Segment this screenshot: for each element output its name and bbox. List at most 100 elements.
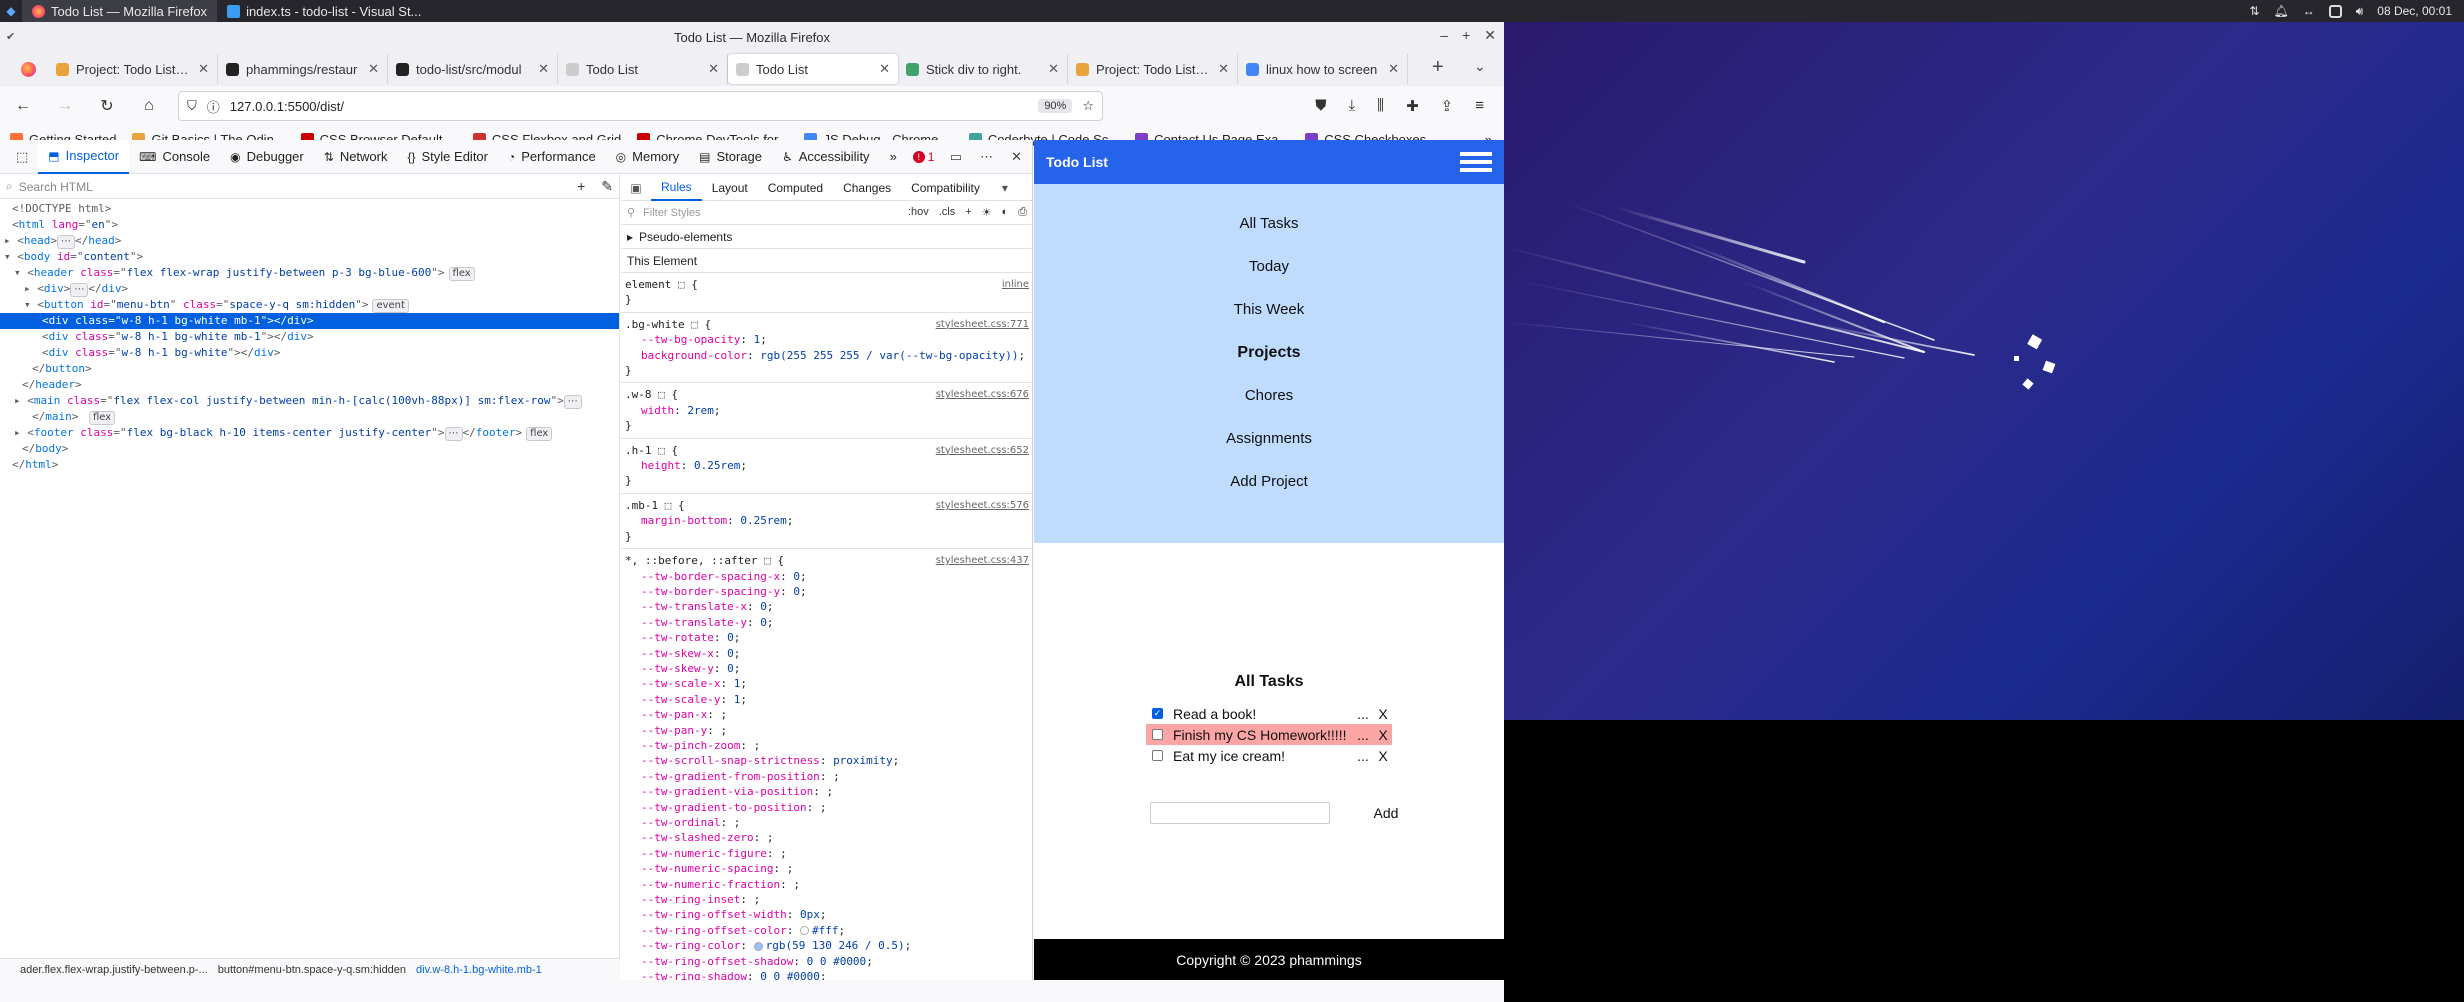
css-declaration[interactable]: --tw-scale-x: 1; [625, 676, 1029, 691]
sidebar-item-assignments[interactable]: Assignments [1226, 417, 1312, 460]
dom-node-row[interactable]: </html> [0, 457, 619, 473]
rule-selector[interactable]: .bg-white ⬚ { [625, 317, 711, 332]
color-swatch-icon[interactable] [753, 941, 763, 951]
taskbar-item-firefox[interactable]: Todo List — Mozilla Firefox [22, 0, 218, 22]
task-delete-button[interactable]: X [1374, 727, 1392, 743]
notifications-icon[interactable]: 🔔︎ [2273, 4, 2288, 18]
css-declaration[interactable]: --tw-ring-shadow: 0 0 #0000; [625, 969, 1029, 980]
task-name[interactable]: Finish my CS Homework!!!!! [1173, 727, 1352, 743]
rules-tab-compatibility[interactable]: Compatibility [901, 175, 990, 201]
rule-selector[interactable]: element ⬚ { [625, 277, 698, 292]
css-property-name[interactable]: --tw-ordinal [641, 816, 720, 829]
task-checkbox[interactable] [1152, 750, 1163, 761]
class-toggle[interactable]: .cls [939, 206, 956, 219]
css-property-name[interactable]: --tw-translate-y [641, 616, 747, 629]
css-property-name[interactable]: --tw-numeric-spacing [641, 862, 773, 875]
rules-tab-menu-icon[interactable]: ▾ [990, 181, 1020, 195]
dom-node-row[interactable]: ▾ <header class="flex flex-wrap justify-… [0, 265, 619, 281]
back-icon[interactable]: ← [10, 93, 36, 119]
css-declaration[interactable]: --tw-ordinal: ; [625, 815, 1029, 830]
devtools-tab-inspector[interactable]: ⬒ Inspector [38, 139, 130, 174]
browser-tab[interactable]: Stick div to right. ✕ [898, 54, 1068, 84]
eyedropper-icon[interactable]: ✎ [601, 178, 613, 195]
sidebar-item-this-week[interactable]: This Week [1234, 288, 1305, 331]
close-window-icon[interactable]: ✕ [1484, 27, 1496, 44]
css-property-value[interactable]: 0 0 #0000 [760, 970, 820, 980]
taskbar-item-vscode[interactable]: index.ts - todo-list - Visual St... [217, 0, 431, 22]
task-more-button[interactable]: ... [1352, 727, 1374, 743]
rule-source-link[interactable]: stylesheet.css:576 [936, 498, 1029, 513]
css-declaration[interactable]: --tw-ring-offset-color: #fff; [625, 923, 1029, 938]
css-property-value[interactable]: 0 [727, 631, 734, 644]
css-declaration[interactable]: background-color: rgb(255 255 255 / var(… [625, 348, 1029, 363]
dom-node-row[interactable]: ▸ <div> ⋯ </div> [0, 281, 619, 297]
light-scheme-icon[interactable]: ☀ [982, 206, 992, 219]
more-tools-icon[interactable]: » [880, 140, 907, 174]
devtools-tab-console[interactable]: ⌨ Console [129, 140, 220, 174]
css-property-value[interactable]: 0 [793, 570, 800, 583]
css-declaration[interactable]: --tw-skew-x: 0; [625, 646, 1029, 661]
css-declaration[interactable]: --tw-ring-color: rgb(59 130 246 / 0.5); [625, 938, 1029, 953]
devtools-tab-memory[interactable]: ◎ Memory [606, 140, 689, 174]
browser-tab[interactable]: Project: Todo List | T ✕ [48, 54, 218, 84]
css-property-name[interactable]: --tw-ring-offset-color [641, 924, 787, 937]
css-property-name[interactable]: background-color [641, 349, 747, 362]
expand-arrow-icon[interactable]: ▾ [4, 250, 17, 263]
css-declaration[interactable]: margin-bottom: 0.25rem; [625, 513, 1029, 528]
expand-arrow-icon[interactable]: ▸ [14, 394, 27, 407]
css-property-name[interactable]: height [641, 459, 681, 472]
css-property-name[interactable]: --tw-ring-offset-width [641, 908, 787, 921]
expand-arrow-icon[interactable]: ▸ [24, 282, 37, 295]
css-declaration[interactable]: --tw-border-spacing-x: 0; [625, 569, 1029, 584]
css-declaration[interactable]: --tw-pan-y: ; [625, 723, 1029, 738]
expand-arrow-icon[interactable]: ▸ [4, 234, 17, 247]
css-declaration[interactable]: --tw-numeric-fraction: ; [625, 877, 1029, 892]
css-property-name[interactable]: --tw-scroll-snap-strictness [641, 754, 820, 767]
system-clock[interactable]: 08 Dec, 00:01 [2377, 4, 2452, 18]
sidebar-item-chores[interactable]: Chores [1245, 374, 1293, 417]
rule-source-link[interactable]: inline [1002, 277, 1029, 292]
color-swatch-icon[interactable] [799, 926, 809, 936]
collapsed-children-icon[interactable]: ⋯ [70, 283, 89, 297]
task-name[interactable]: Eat my ice cream! [1173, 748, 1352, 764]
close-tab-icon[interactable]: ✕ [198, 61, 209, 77]
css-declaration[interactable]: height: 0.25rem; [625, 458, 1029, 473]
devtools-tab-network[interactable]: ⇅ Network [314, 140, 398, 174]
task-name[interactable]: Read a book! [1173, 706, 1352, 722]
css-property-name[interactable]: --tw-gradient-from-position [641, 770, 820, 783]
css-property-name[interactable]: --tw-bg-opacity [641, 333, 740, 346]
sidebar-item-today[interactable]: Today [1249, 245, 1289, 288]
devtools-menu-icon[interactable]: ⋯ [980, 149, 993, 165]
css-property-name[interactable]: --tw-rotate [641, 631, 714, 644]
css-declaration[interactable]: --tw-translate-x: 0; [625, 599, 1029, 614]
collapsed-children-icon[interactable]: ⋯ [444, 427, 463, 441]
css-property-name[interactable]: --tw-skew-y [641, 662, 714, 675]
hover-state-toggle[interactable]: :hov [908, 206, 929, 219]
css-declaration[interactable]: --tw-rotate: 0; [625, 630, 1029, 645]
close-tab-icon[interactable]: ✕ [1388, 61, 1399, 77]
rule-selector[interactable]: .mb-1 ⬚ { [625, 498, 685, 513]
browser-tab[interactable]: phammings/restaur ✕ [218, 54, 388, 84]
app-launcher-icon[interactable]: ◆ [0, 0, 22, 22]
breadcrumb-item[interactable]: button#menu-btn.space-y-q.sm:hidden [218, 964, 406, 976]
css-declaration[interactable]: --tw-ring-offset-shadow: 0 0 #0000; [625, 954, 1029, 969]
css-property-name[interactable]: --tw-ring-offset-shadow [641, 955, 793, 968]
rule-source-link[interactable]: stylesheet.css:771 [936, 317, 1029, 332]
rules-sidebar-toggle-icon[interactable]: ▣ [621, 181, 651, 195]
print-media-icon[interactable]: ⎙ [1018, 206, 1027, 219]
dom-node-row[interactable]: </header> [0, 377, 619, 393]
css-property-value[interactable]: 0 [760, 616, 767, 629]
css-declaration[interactable]: --tw-scale-y: 1; [625, 692, 1029, 707]
node-badge[interactable]: event [372, 299, 409, 313]
css-property-name[interactable]: --tw-numeric-fraction [641, 878, 780, 891]
css-property-name[interactable]: --tw-numeric-figure [641, 847, 767, 860]
css-property-value[interactable]: 2rem [687, 404, 714, 417]
close-tab-icon[interactable]: ✕ [368, 61, 379, 77]
close-tab-icon[interactable]: ✕ [1048, 61, 1059, 77]
node-badge[interactable]: flex [89, 411, 116, 425]
dom-node-row[interactable]: <div class="w-8 h-1 bg-white mb-1"></div… [0, 313, 619, 329]
rule-selector[interactable]: .h-1 ⬚ { [625, 443, 678, 458]
add-node-icon[interactable]: + [577, 178, 585, 195]
page-info-icon[interactable]: ⓘ [207, 97, 220, 116]
task-checkbox[interactable] [1152, 729, 1163, 740]
